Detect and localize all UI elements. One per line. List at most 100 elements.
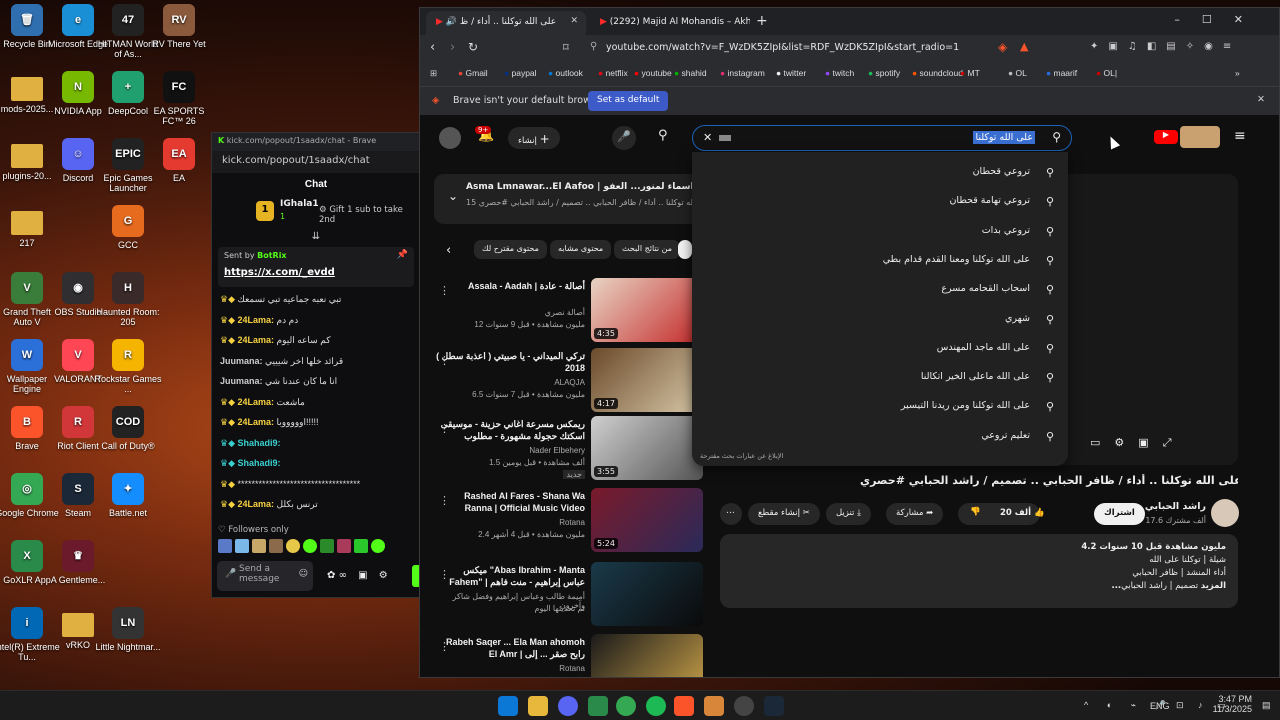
infinity-icon[interactable]: ∞ — [339, 570, 347, 581]
set-default-button[interactable]: Set as default — [588, 91, 669, 111]
extensions-icon[interactable]: ✦ — [1090, 41, 1108, 52]
video-item[interactable]: 4:35 Assala - Aadah | أصالة - عادة أصالة ن… — [430, 278, 703, 348]
notification-center-icon[interactable]: ▤ — [1262, 700, 1271, 711]
captions-icon[interactable]: ▭ — [1090, 436, 1114, 449]
pin-icon[interactable]: 📌 — [397, 250, 408, 260]
menu-icon[interactable]: ≡ — [1223, 41, 1241, 52]
report-suggestions-link[interactable]: الإبلاغ عن عبارات بحث مقترحة — [700, 452, 783, 460]
video-menu-icon[interactable]: ⋮ — [439, 422, 450, 435]
discord-taskbar-icon[interactable] — [558, 696, 578, 716]
desktop-icon[interactable]: EA EA — [145, 138, 213, 183]
store-icon[interactable]: ▣ — [358, 570, 367, 581]
close-window-icon[interactable]: ✕ — [1234, 13, 1265, 26]
music-icon[interactable]: ♫ — [1128, 41, 1147, 52]
video-thumbnail[interactable] — [591, 634, 703, 677]
bookmark-item[interactable]: ● soundcloud — [912, 68, 963, 78]
dislike-icon[interactable]: 👎 — [970, 507, 981, 517]
video-menu-icon[interactable]: ⋮ — [439, 354, 450, 367]
suggestion-item[interactable]: تروعي قحطان ⚲ — [714, 166, 1054, 186]
back-icon[interactable]: ‹ — [430, 40, 435, 55]
site-info-icon[interactable]: ⚲ — [590, 41, 597, 52]
maximize-icon[interactable]: ☐ — [1202, 13, 1234, 26]
playlist-panel[interactable]: ⌄ Asma Lmnawar...El Aafoo | التالي: أسما… — [434, 174, 714, 224]
chat-username[interactable]: Shahadi9: — [238, 438, 281, 448]
message-input[interactable]: 🎤 Send a message ☺ — [217, 561, 313, 591]
bookmark-item[interactable]: ● MT — [960, 68, 980, 78]
suggestion-item[interactable]: تروعي تهامة قحطان ⚲ — [714, 195, 1054, 215]
video-item[interactable]: 5:24 Rashed Al Fares - Shana Wa Ranna | O… — [430, 488, 703, 558]
brave-rewards-icon[interactable]: ▲ — [1020, 40, 1028, 53]
speaker-icon[interactable]: 🔊 — [446, 17, 457, 27]
tab-inactive[interactable]: ▶ (2292) Majid Al Mohandis – Akh Qal... — [590, 11, 750, 35]
filter-chip-selected[interactable] — [678, 240, 692, 259]
video-menu-icon[interactable]: ⋮ — [439, 640, 450, 653]
chrome-taskbar-icon[interactable] — [616, 696, 636, 716]
video-menu-icon[interactable]: ⋮ — [439, 494, 450, 507]
address-bar[interactable]: youtube.com/watch?v=F_WzDK5ZIpI&list=RDF… — [606, 42, 959, 53]
desktop-icon[interactable]: ✦ Battle.net — [94, 473, 162, 518]
video-thumbnail[interactable] — [591, 562, 703, 626]
emote-row[interactable] — [218, 539, 414, 557]
kick-url-bar[interactable]: kick.com/popout/1saadx/chat — [212, 151, 420, 173]
settings-icon[interactable]: ⚙ — [1114, 436, 1138, 449]
more-actions-icon[interactable]: ⋯ — [720, 503, 742, 525]
search-icon[interactable]: ⚲ — [1052, 130, 1061, 144]
bookmark-item[interactable]: ● twitch — [825, 68, 854, 78]
miniplayer-icon[interactable]: ▣ — [1138, 436, 1162, 449]
video-title[interactable]: ميكس "Abas Ibrahim - Manta Fahem" | عباس… — [435, 564, 585, 588]
emoji-icon[interactable]: ☺ — [299, 569, 308, 580]
search-button-icon[interactable]: ⚲ — [658, 128, 668, 143]
like-button[interactable]: 20 ألف 👍 — [1000, 508, 1045, 518]
avatar[interactable] — [439, 127, 461, 149]
create-button[interactable]: إنشاء + — [508, 127, 560, 149]
video-channel[interactable]: Nader Elbehery — [435, 446, 585, 455]
suggestion-item[interactable]: على الله ماعلى الخير اتكالنا ⚲ — [714, 371, 1054, 391]
video-title[interactable]: تركي الميداني - يا صبيتي ( اعذبة سطل ) 2… — [435, 350, 585, 374]
chat-username[interactable]: 24Lama: — [238, 397, 275, 407]
chat-username[interactable]: 24Lama: — [238, 417, 275, 427]
app-taskbar-icon[interactable] — [704, 696, 724, 716]
language-indicator[interactable]: ENG — [1150, 701, 1170, 711]
desktop-icon[interactable]: 217 — [0, 205, 61, 248]
keyboard-icon[interactable] — [719, 135, 731, 141]
start-button-icon[interactable] — [498, 696, 518, 716]
brave-taskbar-icon[interactable] — [674, 696, 694, 716]
vpn-icon[interactable]: ◉ — [1204, 41, 1223, 52]
new-tab-button[interactable]: + — [756, 13, 768, 29]
wallet-icon[interactable]: ▤ — [1166, 41, 1185, 52]
video-channel[interactable]: Rotana — [435, 518, 585, 527]
tab-active[interactable]: ▶ 🔊 على الله توكلنا .. أداء / ظ ✕ — [426, 11, 586, 35]
filter-chip[interactable]: محتوى مشابه — [550, 240, 612, 259]
video-thumbnail[interactable]: 4:35 — [591, 278, 703, 342]
filter-chip[interactable]: محتوى مقترح لك — [474, 240, 547, 259]
bookmark-item[interactable]: ● paypal — [504, 68, 537, 78]
video-thumbnail[interactable]: 4:17 — [591, 348, 703, 412]
gift-cta[interactable]: ⚙ Gift 1 sub to take 2nd — [319, 205, 420, 225]
more-bookmarks-icon[interactable]: » — [1235, 68, 1240, 78]
video-channel[interactable]: أصالة نصري — [435, 308, 585, 317]
suggestion-item[interactable]: على الله ماجد المهندس ⚲ — [714, 342, 1054, 362]
bookmark-item[interactable]: ● instagram — [720, 68, 765, 78]
bookmark-item[interactable]: ● OL| — [1096, 68, 1117, 78]
suggestion-item[interactable]: على الله توكلنا ومن ريدنا التيسير ⚲ — [714, 400, 1054, 420]
video-thumbnail[interactable]: 3:55 — [591, 416, 703, 480]
video-menu-icon[interactable]: ⋮ — [439, 284, 450, 297]
brave-shields-icon[interactable]: ◈ — [998, 40, 1007, 54]
suggestion-item[interactable]: تعليم تروعي ⚲ — [714, 430, 1054, 450]
video-title[interactable]: ريمكس مسرعة اغاني حزينة - موسيقى اسكتك ح… — [435, 418, 585, 442]
bookmark-item[interactable]: ● spotify — [868, 68, 900, 78]
forward-icon[interactable]: › — [450, 40, 455, 55]
bookmark-item[interactable]: ● Gmail — [458, 68, 488, 78]
emote-picker-icon[interactable]: ✿ — [327, 570, 335, 581]
settings-gear-icon[interactable]: ⚙ — [379, 570, 388, 581]
bookmark-item[interactable]: ● netflix — [598, 68, 628, 78]
desktop-icon[interactable]: RV RV There Yet — [145, 4, 213, 49]
clear-search-icon[interactable]: ✕ — [703, 131, 712, 144]
bookmark-item[interactable]: ● OL — [1008, 68, 1027, 78]
desktop-icon[interactable]: LN Little Nightmar... — [94, 607, 162, 652]
video-channel[interactable]: ALAQJA — [435, 378, 585, 387]
video-menu-icon[interactable]: ⋮ — [439, 568, 450, 581]
channel-avatar[interactable] — [1211, 499, 1239, 527]
collapse-icon[interactable]: ⇊ — [212, 231, 420, 243]
expand-playlist-icon[interactable]: ⌄ — [448, 189, 458, 203]
